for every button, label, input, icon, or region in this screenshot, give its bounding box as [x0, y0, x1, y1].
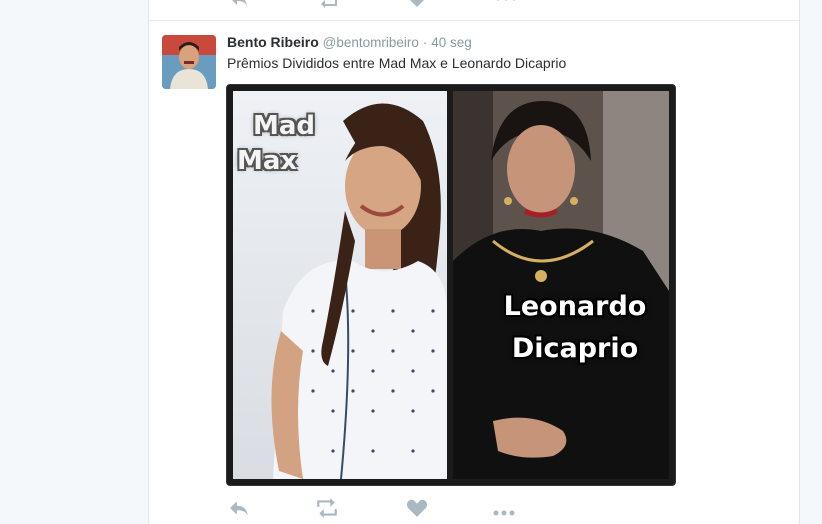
media-panel-left: Mad Max: [233, 91, 447, 479]
more-icon[interactable]: [492, 503, 516, 523]
tweet-header: Bento Ribeiro @bentomribeiro · 40 seg: [227, 34, 472, 50]
woman-in-black-dress-image: [453, 91, 669, 479]
timeline: Bento Ribeiro @bentomribeiro · 40 seg Pr…: [148, 0, 800, 524]
mad-max-label-line1: Mad: [253, 111, 316, 141]
reply-icon[interactable]: [227, 498, 251, 518]
separator-dot: ·: [422, 35, 428, 50]
retweet-icon[interactable]: [315, 498, 339, 518]
leonardo-label-line1: Leonardo: [503, 291, 647, 322]
like-icon[interactable]: [407, 0, 427, 8]
more-icon[interactable]: [494, 0, 518, 2]
display-name[interactable]: Bento Ribeiro: [227, 34, 319, 50]
tweet-timestamp[interactable]: 40 seg: [431, 35, 472, 50]
media-panel-right: Leonardo Dicaprio: [453, 91, 669, 479]
tweet-text: Prêmios Divididos entre Mad Max e Leonar…: [227, 55, 567, 71]
reply-icon[interactable]: [229, 0, 249, 8]
avatar[interactable]: [162, 35, 216, 89]
tweet-divider: [149, 20, 799, 21]
user-handle[interactable]: @bentomribeiro: [323, 35, 419, 50]
like-icon[interactable]: [405, 498, 429, 518]
leonardo-dicaprio-label: Leonardo Dicaprio: [475, 286, 669, 370]
tweet-media[interactable]: Mad Max Leonardo Dicaprio: [226, 84, 676, 486]
mad-max-label-line2: Max: [237, 146, 298, 176]
retweet-icon[interactable]: [317, 0, 339, 8]
leonardo-label-line2: Dicaprio: [511, 333, 639, 364]
